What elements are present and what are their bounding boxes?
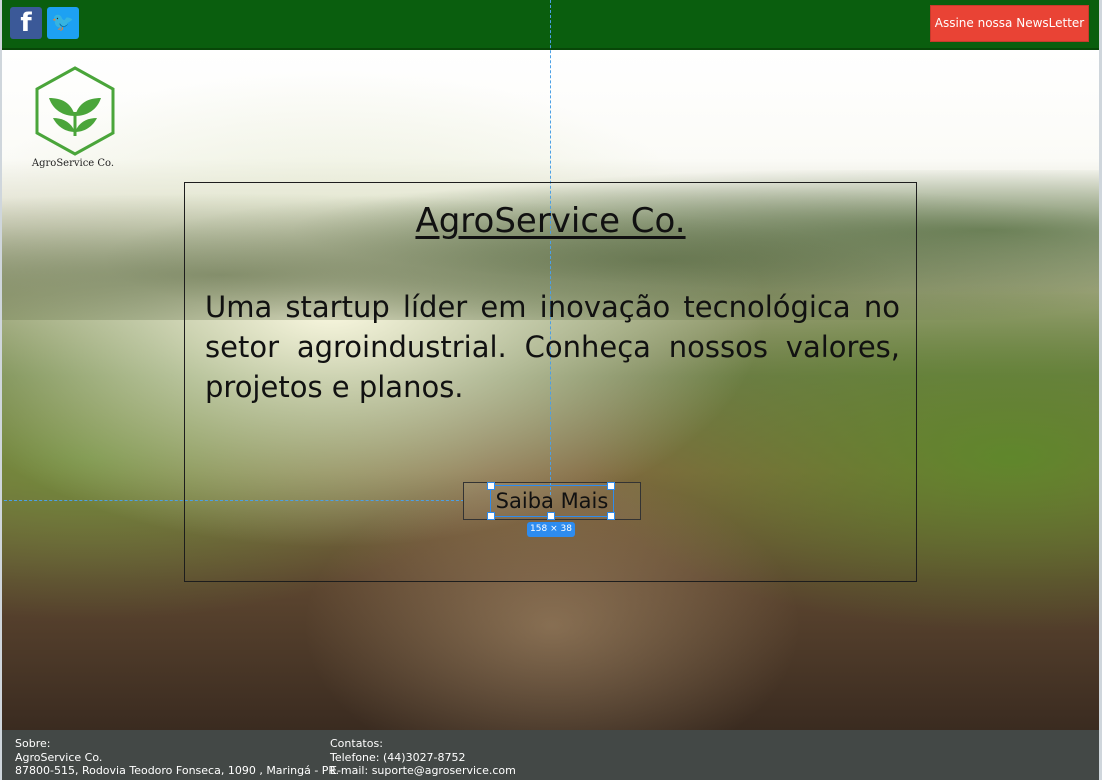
twitter-icon[interactable]: 🐦 — [47, 7, 79, 39]
footer-contacts: Contatos: Telefone: (44)3027-8752 E-mail… — [330, 737, 516, 778]
footer: Sobre: AgroService Co. 87800-515, Rodovi… — [2, 730, 1099, 780]
footer-about-label: Sobre: — [15, 737, 51, 750]
footer-about: Sobre: AgroService Co. 87800-515, Rodovi… — [15, 737, 339, 778]
saiba-mais-button[interactable]: Saiba Mais — [463, 482, 641, 520]
page: f 🐦 Assine nossa NewsLetter AgroService … — [0, 0, 1102, 780]
resize-handle-bottom-center[interactable] — [547, 512, 555, 520]
footer-address: 87800-515, Rodovia Teodoro Fonseca, 1090… — [15, 764, 340, 777]
footer-company: AgroService Co. — [15, 750, 103, 764]
leaf-hexagon-icon — [35, 66, 115, 156]
hero-content-panel: AgroService Co. Uma startup líder em ino… — [184, 182, 917, 582]
resize-handle-top-left[interactable] — [487, 482, 495, 490]
newsletter-button[interactable]: Assine nossa NewsLetter — [930, 5, 1089, 42]
resize-handle-bottom-left[interactable] — [487, 512, 495, 520]
footer-email[interactable]: E-mail: suporte@agroservice.com — [330, 764, 516, 778]
footer-phone: Telefone: (44)3027-8752 — [330, 750, 466, 764]
resize-handle-top-right[interactable] — [607, 482, 615, 490]
dimension-badge: 158 × 38 — [527, 522, 575, 537]
resize-handle-bottom-right[interactable] — [607, 512, 615, 520]
footer-contacts-label: Contatos: — [330, 737, 383, 750]
hero-description: Uma startup líder em inovação tecnológic… — [205, 290, 900, 404]
facebook-icon[interactable]: f — [10, 7, 42, 39]
hero-title: AgroService Co. — [415, 201, 686, 241]
logo[interactable]: AgroService Co. — [30, 64, 120, 174]
logo-text: AgroService Co. — [31, 158, 115, 169]
